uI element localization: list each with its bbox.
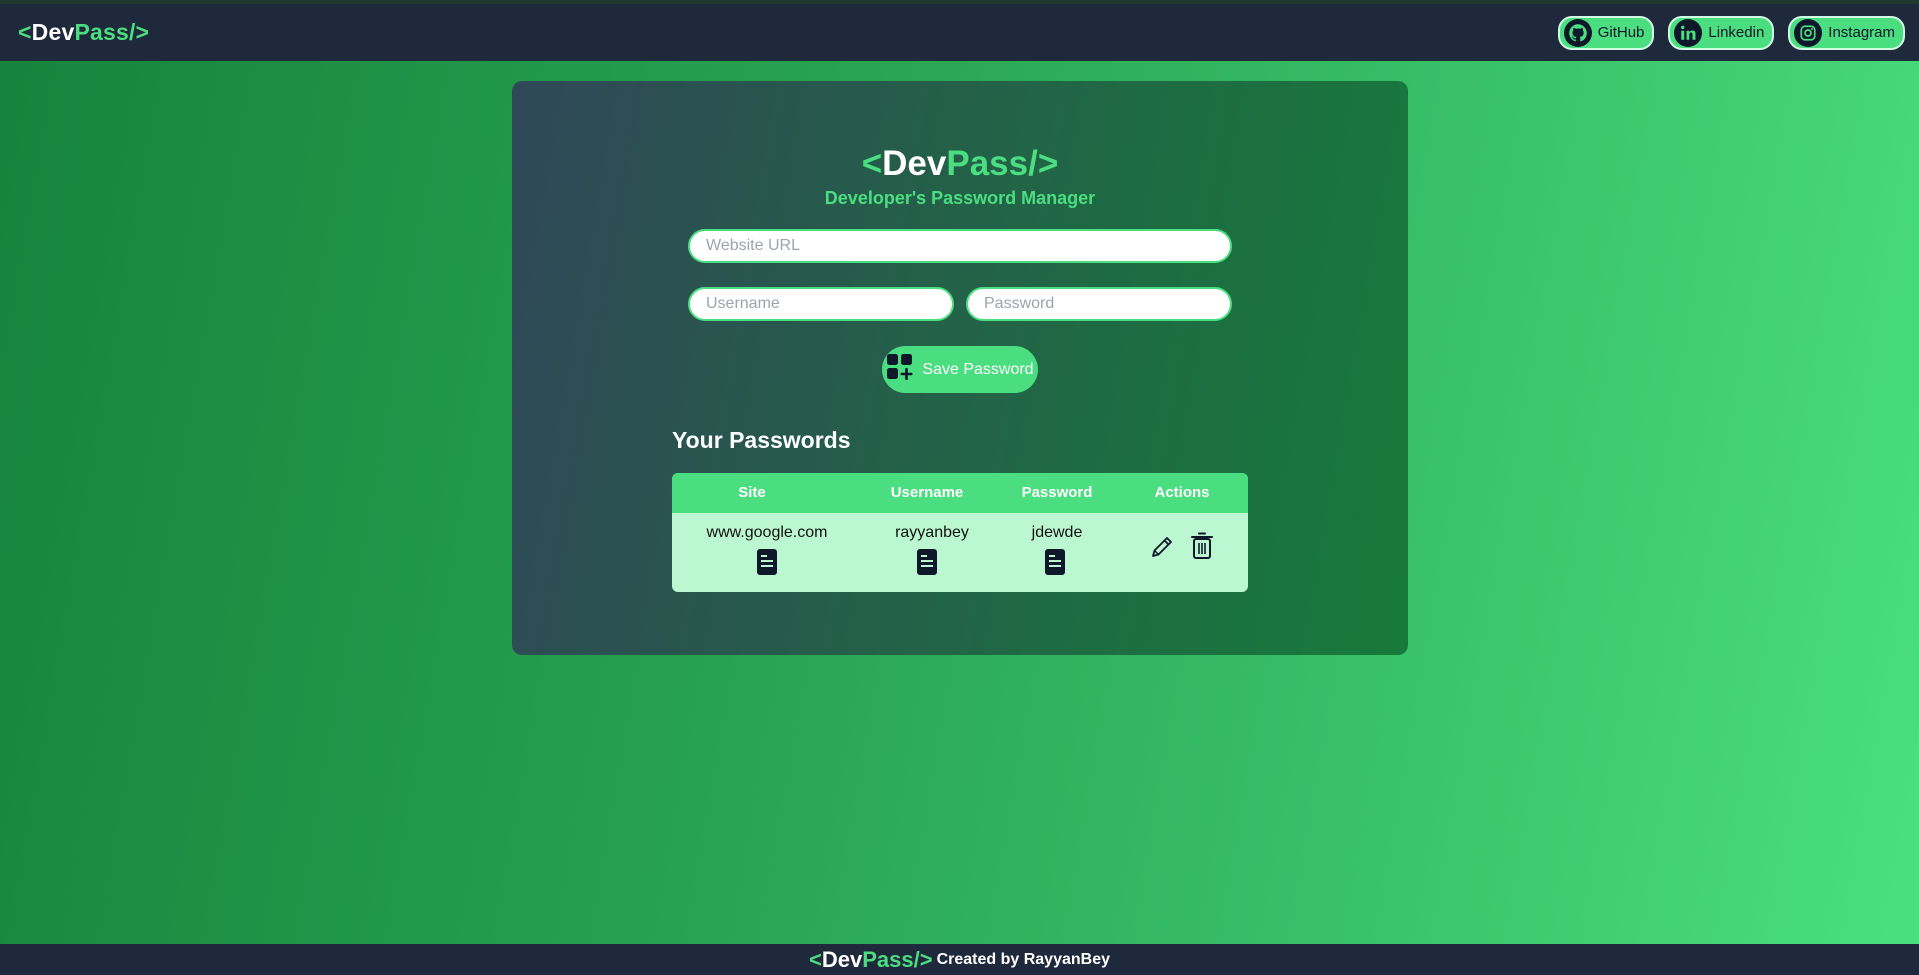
github-icon [1563,18,1592,47]
header-password: Password [1021,484,1093,501]
your-passwords-heading: Your Passwords [672,427,851,453]
copy-password-icon[interactable] [1044,548,1066,576]
github-label: GitHub [1597,24,1645,41]
add-grid-icon [886,353,914,386]
delete-trash-icon[interactable] [1190,531,1214,566]
password-input[interactable] [966,287,1232,321]
title-pass: Pass/ [946,144,1038,183]
footer-logo-dev: Dev [821,946,863,972]
title-open-bracket: < [861,144,883,183]
instagram-label: Instagram [1828,24,1895,41]
table-header: Site Username Password Actions [672,473,1248,513]
linkedin-link[interactable]: Linkedin [1668,15,1775,50]
app-title: <DevPass/> [512,144,1408,184]
footer-logo: <DevPass/> [809,947,933,973]
cell-username: rayyanbey [895,524,969,541]
linkedin-label: Linkedin [1708,24,1765,41]
title-close-bracket: > [1037,144,1059,183]
header-site: Site [738,484,766,501]
username-input[interactable] [688,287,954,321]
navbar-logo[interactable]: <DevPass/> [18,19,149,46]
copy-site-icon[interactable] [756,548,778,576]
footer-credit: Created by RayyanBey [936,950,1110,968]
header-actions: Actions [1154,484,1210,501]
linkedin-icon [1674,18,1703,47]
save-password-label: Save Password [922,360,1034,378]
website-url-input[interactable] [688,229,1232,263]
save-password-button[interactable]: Save Password [882,346,1038,393]
footer-logo-pass: Pass/ [862,946,920,972]
social-links: GitHub Linkedin Instagram [1557,15,1905,50]
edit-pencil-icon[interactable] [1149,534,1175,565]
logo-dev: Dev [31,19,75,45]
logo-pass: Pass/ [74,19,136,45]
title-dev: Dev [882,144,947,183]
header-username: Username [890,484,964,501]
logo-close-bracket: > [135,19,150,45]
footer: <DevPass/> Created by RayyanBey [0,944,1919,975]
password-manager-card: <DevPass/> Developer's Password Manager … [512,81,1408,655]
passwords-table: Site Username Password Actions www.googl… [672,473,1248,592]
navbar: <DevPass/> GitHub Linkedin Instagram [0,4,1919,61]
github-link[interactable]: GitHub [1557,15,1655,50]
cell-site: www.google.com [706,524,828,541]
copy-username-icon[interactable] [916,548,938,576]
instagram-icon [1794,18,1823,47]
footer-logo-close: > [919,946,933,972]
instagram-link[interactable]: Instagram [1788,15,1905,50]
logo-open-bracket: < [18,19,32,45]
cell-password: jdewde [1031,524,1083,541]
app-subtitle: Developer's Password Manager [824,188,1096,208]
footer-logo-open: < [809,946,822,972]
